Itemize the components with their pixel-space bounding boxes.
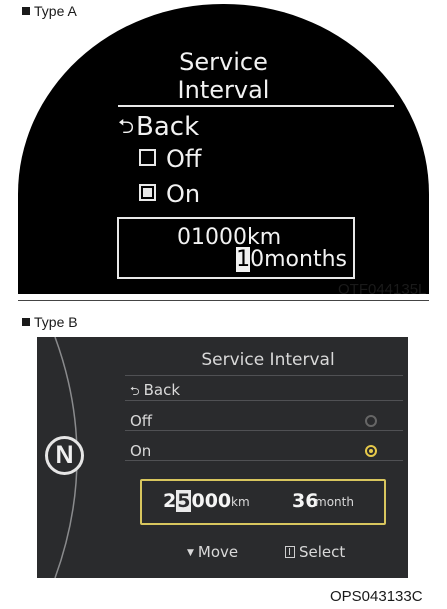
type-b-km-first-digit: 2 [163, 490, 177, 512]
type-b-km-cursor-digit[interactable]: 5 [176, 490, 192, 512]
type-b-caption: Type B [22, 314, 78, 330]
select-knob-icon [285, 546, 295, 558]
down-triangle-icon: ▼ [187, 548, 194, 558]
section-divider [18, 300, 429, 301]
type-a-figure-code: OTF044135L [338, 281, 427, 298]
type-b-off-row [125, 408, 403, 431]
type-a-months-rest: 0months [250, 247, 347, 272]
back-arrow-icon: ⮌ [118, 114, 135, 138]
type-a-display: Service Interval ⮌Back Off On 01000km 10… [18, 4, 429, 294]
back-arrow-icon: ⮌ [130, 384, 140, 398]
type-a-title-line2: Interval [177, 76, 270, 104]
square-bullet-icon [22, 318, 30, 326]
type-b-back-label: Back [143, 381, 181, 399]
select-hint-label: Select [299, 543, 346, 561]
unchecked-box-icon [139, 149, 156, 166]
type-a-off-label: Off [166, 145, 202, 173]
type-a-months-cursor-digit[interactable]: 1 [236, 247, 251, 272]
type-a-title-divider [118, 105, 394, 107]
type-a-off-option[interactable]: Off [139, 145, 201, 173]
type-b-off-option[interactable]: Off [130, 412, 152, 430]
move-hint: ▼ Move [187, 543, 238, 561]
type-b-on-option[interactable]: On [130, 442, 151, 460]
type-a-on-option[interactable]: On [139, 180, 200, 208]
type-b-km-value: 25000 [163, 490, 231, 512]
type-b-figure-code: OPS043133C [330, 588, 423, 605]
move-hint-label: Move [197, 543, 239, 561]
type-a-interval-field[interactable]: 01000km 10months [117, 217, 355, 279]
type-b-back-item[interactable]: ⮌ Back [130, 381, 180, 403]
type-a-on-label: On [166, 180, 201, 208]
type-a-months-value: 10months [236, 247, 347, 272]
type-b-caption-text: Type B [34, 314, 78, 330]
type-a-panel: Service Interval ⮌Back Off On 01000km 10… [18, 0, 429, 300]
type-b-on-row [125, 438, 403, 461]
type-a-title-line1: Service [179, 48, 268, 76]
checked-box-icon [139, 184, 156, 201]
type-b-km-rest: 000 [191, 490, 232, 512]
radio-selected-icon[interactable] [365, 445, 377, 457]
type-b-display: N Service Interval ⮌ Back Off On 25000 km… [37, 337, 408, 578]
type-b-km-unit: km [231, 495, 250, 509]
type-b-months-unit: month [315, 495, 354, 509]
type-b-title: Service Interval [201, 350, 335, 370]
radio-unselected-icon[interactable] [365, 415, 377, 427]
type-a-back-item[interactable]: ⮌Back [118, 112, 199, 146]
gear-indicator-badge: N [45, 436, 84, 475]
type-a-back-label: Back [136, 112, 200, 142]
select-hint: Select [285, 543, 345, 561]
type-b-interval-field[interactable]: 25000 km 36 month [140, 479, 386, 525]
